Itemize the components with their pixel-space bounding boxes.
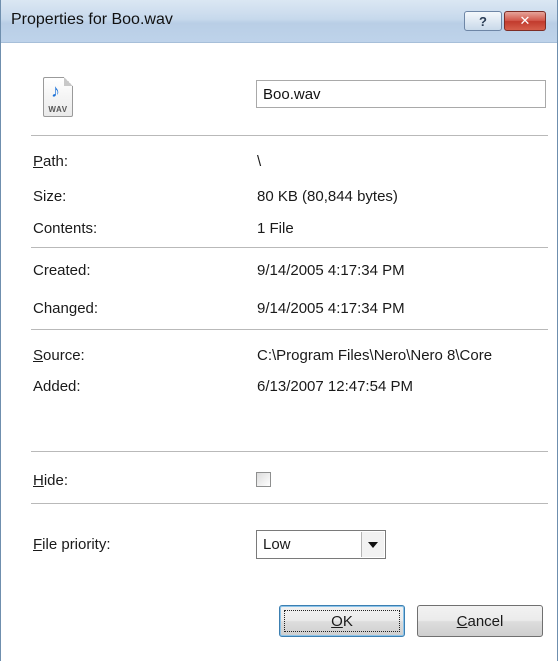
- dialog-body: ♪ WAV Path: \ Size: 80 KB (80,844 bytes)…: [1, 43, 557, 661]
- changed-label: Changed:: [33, 300, 99, 317]
- added-label: Added:: [33, 378, 81, 395]
- close-icon: ✕: [519, 13, 531, 28]
- separator: [31, 247, 548, 249]
- music-note-icon: ♪: [51, 81, 60, 101]
- changed-value: 9/14/2005 4:17:34 PM: [257, 300, 405, 317]
- file-priority-label: File priority:: [33, 536, 111, 553]
- source-label: Source:: [33, 347, 85, 364]
- created-value: 9/14/2005 4:17:34 PM: [257, 262, 405, 279]
- created-label: Created:: [33, 262, 91, 279]
- wav-audio-file-icon: ♪ WAV: [43, 77, 73, 117]
- properties-dialog: Properties for Boo.wav ? ✕ ♪ WAV Path: \…: [0, 0, 558, 661]
- path-label: Path:: [33, 153, 69, 170]
- ok-button[interactable]: OK: [279, 605, 405, 637]
- cancel-button[interactable]: Cancel: [417, 605, 543, 637]
- source-value: C:\Program Files\Nero\Nero 8\Core: [257, 347, 493, 364]
- hide-checkbox[interactable]: [256, 472, 271, 487]
- separator: [31, 135, 548, 137]
- file-name-input[interactable]: [256, 80, 546, 108]
- contents-value: 1 File: [257, 220, 294, 237]
- hide-label: Hide:: [33, 472, 69, 489]
- size-value: 80 KB (80,844 bytes): [257, 188, 398, 205]
- file-priority-dropdown[interactable]: Low: [256, 530, 386, 559]
- dropdown-arrow-button[interactable]: [361, 532, 384, 557]
- separator: [31, 503, 548, 505]
- separator: [31, 329, 548, 331]
- file-type-label: WAV: [48, 105, 68, 114]
- title-bar[interactable]: Properties for Boo.wav ? ✕: [1, 0, 557, 43]
- size-label: Size:: [33, 188, 67, 205]
- help-button[interactable]: ?: [464, 11, 502, 31]
- file-priority-value: Low: [263, 536, 291, 553]
- help-icon: ?: [479, 13, 487, 29]
- contents-label: Contents:: [33, 220, 98, 237]
- close-button[interactable]: ✕: [504, 11, 546, 31]
- added-value: 6/13/2007 12:47:54 PM: [257, 378, 413, 395]
- chevron-down-icon: [368, 541, 378, 548]
- window-title: Properties for Boo.wav: [11, 11, 173, 28]
- path-value: \: [257, 153, 262, 170]
- cancel-button-label: Cancel: [456, 612, 504, 630]
- separator: [31, 451, 548, 453]
